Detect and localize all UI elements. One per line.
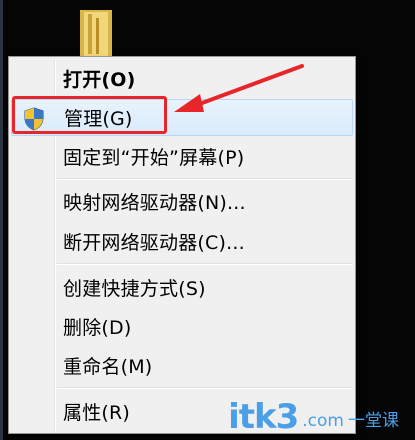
watermark-tagline: 一堂课	[348, 411, 399, 431]
menu-item-pin-to-start[interactable]: 固定到“开始”屏幕(P)	[11, 138, 353, 175]
window-edge	[0, 0, 3, 440]
menu-item-disconnect-network-drive[interactable]: 断开网络驱动器(C)...	[11, 223, 353, 260]
menu-separator	[57, 387, 353, 389]
menu-item-rename[interactable]: 重命名(M)	[11, 347, 353, 384]
menu-item-label: 固定到“开始”屏幕(P)	[63, 147, 245, 169]
menu-separator	[57, 263, 353, 265]
menu-item-label: 打开(O)	[63, 69, 136, 91]
red-arrow-icon	[174, 64, 304, 112]
menu-item-delete[interactable]: 删除(D)	[11, 308, 353, 345]
folder-icon[interactable]	[74, 8, 116, 60]
menu-item-label: 映射网络驱动器(N)...	[63, 192, 246, 214]
watermark-domain: .com	[302, 411, 344, 431]
watermark: itk3 .com 一堂课	[228, 400, 399, 434]
highlight-annotation-box	[12, 96, 167, 134]
menu-item-label: 删除(D)	[63, 317, 132, 339]
menu-item-label: 断开网络驱动器(C)...	[63, 232, 245, 254]
menu-separator	[57, 178, 353, 180]
menu-item-label: 重命名(M)	[63, 356, 153, 378]
menu-item-map-network-drive[interactable]: 映射网络驱动器(N)...	[11, 183, 353, 220]
menu-item-label: 属性(R)	[63, 402, 131, 424]
menu-item-create-shortcut[interactable]: 创建快捷方式(S)	[11, 269, 353, 306]
menu-item-label: 创建快捷方式(S)	[63, 278, 206, 300]
watermark-logo: itk3	[228, 397, 299, 437]
